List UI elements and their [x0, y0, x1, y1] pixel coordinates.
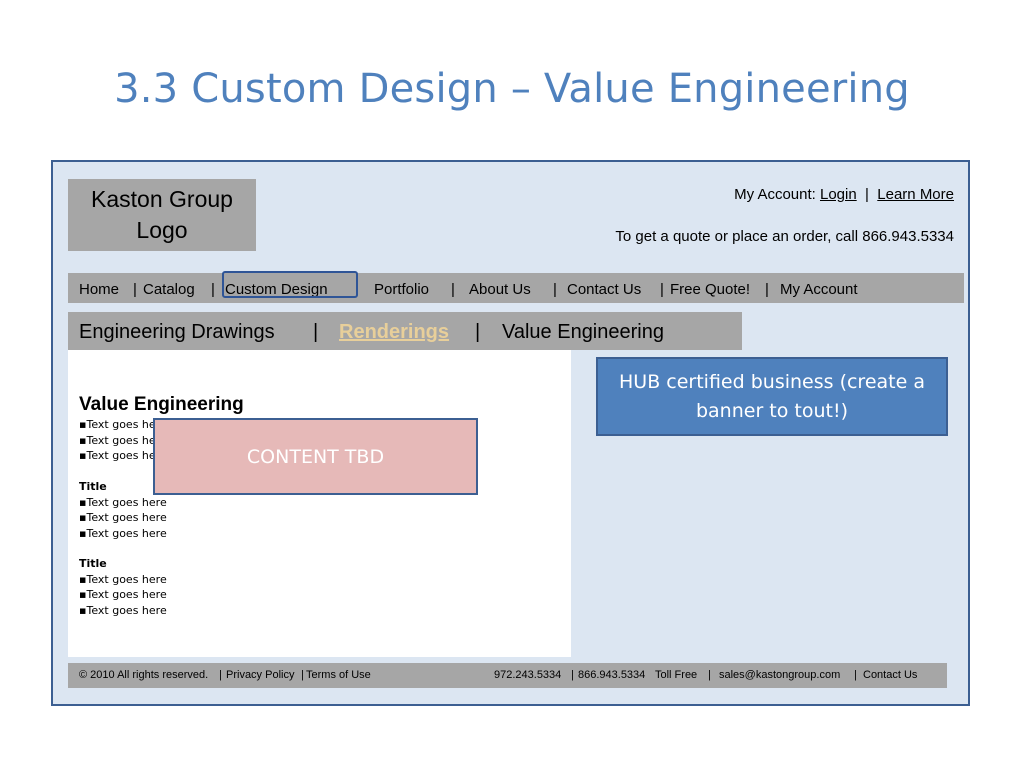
- footer-phone-1: 972.243.5334: [494, 669, 562, 681]
- nav-item-my-account[interactable]: My Account: [780, 281, 858, 298]
- nav-separator: |: [211, 281, 215, 298]
- slide-title: 3.3 Custom Design – Value Engineering: [114, 66, 910, 112]
- content-tbd-placeholder: CONTENT TBD: [153, 418, 478, 495]
- footer-copyright: © 2010 All rights reserved.: [79, 669, 209, 681]
- footer-contact-link[interactable]: Contact Us: [863, 669, 917, 681]
- account-separator: |: [865, 186, 869, 203]
- account-prefix: My Account:: [734, 186, 816, 203]
- tab-engineering-drawings[interactable]: Engineering Drawings: [79, 321, 275, 344]
- footer: © 2010 All rights reserved. | Privacy Po…: [68, 663, 947, 688]
- footer-tollfree: Toll Free: [655, 669, 698, 681]
- bullet-list-3: Title ▪Text goes here ▪Text goes here ▪T…: [79, 556, 167, 618]
- subnav-separator: |: [475, 321, 481, 343]
- nav-item-home[interactable]: Home: [79, 281, 119, 298]
- list-item: ▪Text goes here: [79, 495, 167, 509]
- terms-of-use-link[interactable]: Terms of Use: [306, 669, 371, 681]
- privacy-policy-link[interactable]: Privacy Policy: [226, 669, 294, 681]
- hub-banner-text: HUB certified business (create a banner …: [619, 370, 925, 422]
- nav-separator: |: [133, 281, 137, 298]
- nav-separator: |: [765, 281, 769, 298]
- sub-nav: Engineering Drawings | Renderings | Valu…: [68, 312, 742, 350]
- list-item: ▪Text goes here: [79, 572, 167, 586]
- learn-more-link[interactable]: Learn More: [877, 186, 954, 203]
- footer-separator: |: [571, 669, 574, 681]
- list-item: ▪Text goes here: [79, 588, 167, 601]
- main-nav: Home | Catalog | Custom Design Portfolio…: [68, 273, 964, 303]
- subnav-separator: |: [313, 321, 319, 343]
- footer-separator: |: [301, 669, 304, 681]
- tab-renderings[interactable]: Renderings: [339, 321, 449, 344]
- nav-item-contact-us[interactable]: Contact Us: [567, 281, 641, 298]
- footer-email-link[interactable]: sales@kastongroup.com: [719, 669, 840, 681]
- nav-separator: |: [451, 281, 455, 298]
- list-title: Title: [79, 557, 107, 570]
- tab-value-engineering[interactable]: Value Engineering: [502, 321, 664, 344]
- nav-separator: |: [660, 281, 664, 298]
- list-item: ▪Text goes here: [79, 603, 167, 617]
- nav-item-about-us[interactable]: About Us: [469, 281, 531, 298]
- nav-item-portfolio[interactable]: Portfolio: [374, 281, 429, 298]
- content-tbd-label: CONTENT TBD: [246, 445, 385, 468]
- content-heading: Value Engineering: [79, 394, 244, 415]
- list-item: ▪Text goes here: [79, 526, 167, 540]
- quote-text: To get a quote or place an order, call 8…: [615, 228, 954, 245]
- account-links: My Account: Login | Learn More: [734, 186, 954, 203]
- logo-text-line1: Kaston Group: [91, 186, 233, 212]
- footer-separator: |: [854, 669, 857, 681]
- list-item: ▪Text goes here: [79, 511, 167, 524]
- footer-phone-2: 866.943.5334: [578, 669, 646, 681]
- hub-certified-banner[interactable]: HUB certified business (create a banner …: [596, 357, 948, 436]
- logo-placeholder[interactable]: Kaston Group Logo: [68, 179, 256, 251]
- login-link[interactable]: Login: [820, 186, 857, 203]
- footer-separator: |: [219, 669, 222, 681]
- logo-text-line2: Logo: [136, 217, 188, 243]
- footer-separator: |: [708, 669, 711, 681]
- nav-item-catalog[interactable]: Catalog: [143, 281, 195, 298]
- nav-item-free-quote[interactable]: Free Quote!: [670, 281, 750, 298]
- nav-separator: |: [553, 281, 557, 298]
- active-nav-highlight: [222, 271, 358, 298]
